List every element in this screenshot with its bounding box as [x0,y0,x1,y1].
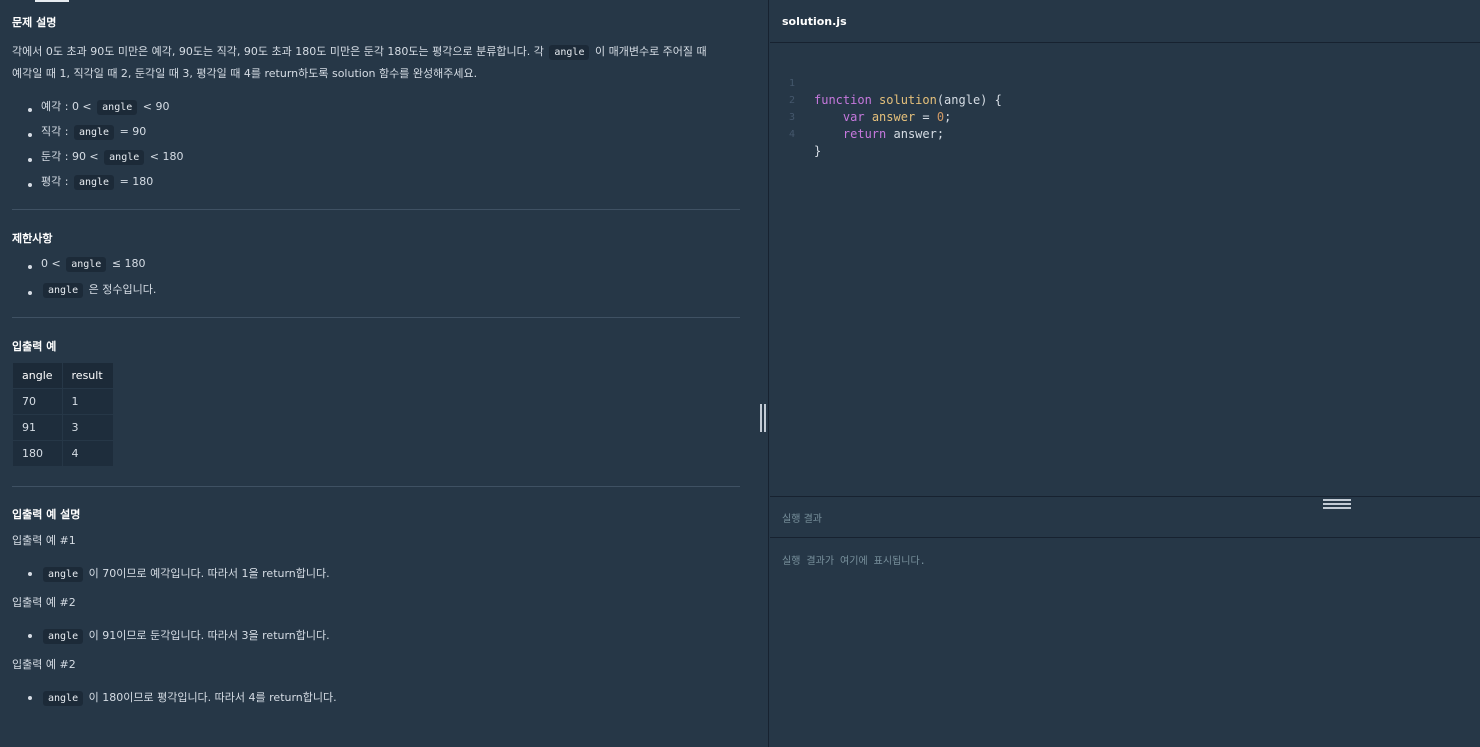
list-item: 직각 : angle = 90 [12,122,183,147]
angle-type-list: 예각 : 0 < angle < 90 직각 : angle = 90 둔각 :… [12,97,183,197]
code-line-4[interactable]: 4 } [770,109,828,158]
list-item: angle 은 정수입니다. [12,280,156,306]
result-header: 실행 결과 [770,497,1480,538]
list-item: angle 이 70이므로 예각입니다. 따라서 1을 return합니다. [12,564,330,584]
section-divider [12,486,740,487]
table-row: 70 1 [12,388,114,415]
code-editor[interactable]: 1 function solution(angle) { 2 var answe… [770,44,1480,496]
code-line-1[interactable]: 1 function solution(angle) { [770,58,1002,107]
result-output: 실행 결과가 여기에 표시됩니다. [782,556,926,567]
code-line-3[interactable]: 3 return answer; [770,92,944,141]
examples-table: angle result 70 1 91 3 180 4 [12,362,114,467]
column-header-result: result [61,362,114,389]
example-explanation-list: angle 이 70이므로 예각입니다. 따라서 1을 return합니다. [12,564,330,584]
section-divider [12,317,740,318]
list-item: 평각 : angle = 180 [12,172,183,197]
description-line-1: 각에서 0도 초과 90도 미만은 예각, 90도는 직각, 90도 초과 18… [12,45,707,60]
examples-title: 입출력 예 [12,340,57,353]
code-angle: angle [549,45,590,60]
problem-panel: 문제 설명 각에서 0도 초과 90도 미만은 예각, 90도는 직각, 90도… [0,0,769,747]
section-divider [12,209,740,210]
list-item: angle 이 180이므로 평각입니다. 따라서 4를 return합니다. [12,688,337,708]
explanation-title: 입출력 예 설명 [12,508,81,521]
example-heading: 입출력 예 #1 [12,534,76,547]
result-panel: 실행 결과 실행 결과가 여기에 표시됩니다. [770,496,1480,747]
example-explanation-list: angle 이 180이므로 평각입니다. 따라서 4를 return합니다. [12,688,337,708]
constraints-list: 0 < angle ≤ 180 angle 은 정수입니다. [12,254,156,306]
table-header-row: angle result [12,362,114,389]
code-line-2[interactable]: 2 var answer = 0; [770,75,951,124]
table-row: 180 4 [12,440,114,467]
list-item: angle 이 91이므로 둔각입니다. 따라서 3을 return합니다. [12,626,330,646]
editor-header: solution.js [770,0,1480,43]
result-resize-handle[interactable] [1323,499,1351,509]
app-window: 문제 설명 각에서 0도 초과 90도 미만은 예각, 90도는 직각, 90도… [0,0,1480,747]
list-item: 둔각 : 90 < angle < 180 [12,147,183,172]
problem-title: 문제 설명 [12,16,57,29]
example-heading: 입출력 예 #2 [12,596,76,609]
column-header-angle: angle [12,362,63,389]
list-item: 예각 : 0 < angle < 90 [12,97,183,122]
editor-filename-tab[interactable]: solution.js [782,15,847,28]
active-tab-indicator [35,0,69,2]
description-line-2: 예각일 때 1, 직각일 때 2, 둔각일 때 3, 평각일 때 4를 retu… [12,67,478,80]
editor-panel: solution.js 1 function solution(angle) {… [770,0,1480,747]
example-explanation-list: angle 이 91이므로 둔각입니다. 따라서 3을 return합니다. [12,626,330,646]
problem-description: 각에서 0도 초과 90도 미만은 예각, 90도는 직각, 90도 초과 18… [12,41,742,85]
result-title: 실행 결과 [782,513,822,525]
panel-resize-handle[interactable] [758,404,768,432]
example-heading: 입출력 예 #2 [12,658,76,671]
constraints-title: 제한사항 [12,232,53,245]
line-number: 4 [788,129,796,140]
list-item: 0 < angle ≤ 180 [12,254,156,280]
table-row: 91 3 [12,414,114,441]
